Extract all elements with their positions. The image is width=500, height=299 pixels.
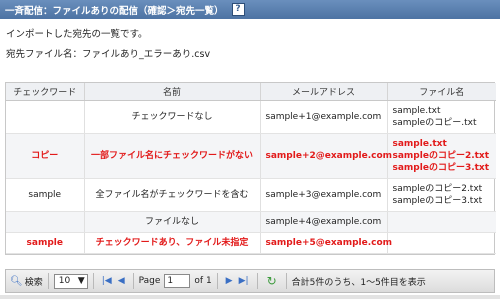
cell-checkword — [6, 211, 85, 233]
recipient-table: チェックワード 名前 メールアドレス ファイル名 チェックワードなし sample… — [6, 83, 496, 254]
last-page-icon[interactable]: ▶| — [239, 276, 249, 286]
search-icon[interactable]: 🔍︎ — [10, 276, 23, 287]
cell-checkword: コピー — [6, 133, 85, 179]
file-name-entry: sampleのコピー2.txt — [392, 183, 483, 194]
next-page-icon[interactable]: ▶ — [226, 276, 233, 286]
table-row[interactable]: sample 全ファイル名がチェックワードを含む sample+3@example.… — [6, 178, 496, 212]
cell-name: ファイルなし — [84, 211, 261, 233]
page-number-input[interactable]: 1 — [164, 274, 191, 288]
cell-filenames — [387, 211, 496, 233]
cell-name: チェックワードなし — [84, 100, 261, 134]
window-title-bar: 一斉配信：ファイルありの配信（確認＞宛先一覧） ? — [0, 0, 500, 19]
file-name-entry: sample.txt — [392, 105, 441, 116]
toolbar-separator — [216, 273, 218, 289]
toolbar-separator — [256, 273, 258, 289]
cell-checkword — [6, 100, 85, 134]
table-row[interactable]: コピー 一部ファイル名にチェックワードがない sample+2@example.co… — [6, 133, 496, 179]
page-label: Page — [138, 276, 161, 286]
file-name-entry: sample.txt — [392, 138, 447, 149]
column-header-name[interactable]: 名前 — [84, 83, 261, 101]
chevron-down-icon: ▼ — [77, 276, 85, 286]
toolbar-separator — [132, 273, 134, 289]
cell-name: 全ファイル名がチェックワードを含む — [84, 178, 261, 212]
toolbar-separator — [47, 273, 49, 289]
table-body: チェックワードなし sample+1@example.com sample.txt s… — [6, 100, 496, 254]
table-header-row: チェックワード 名前 メールアドレス ファイル名 — [6, 83, 496, 101]
pagination-toolbar: 🔍︎ 検索 10 ▼ |◀ ◀ Page 1 of 1 ▶ ▶| ↻ 合計5件の… — [5, 269, 495, 293]
file-name-entry: sampleのコピー2.txt — [392, 150, 490, 161]
table-row[interactable]: sample チェックワードあり、ファイル未指定 sample+5@example.… — [6, 232, 496, 254]
pagination-summary: 合計5件のうち、1〜5件目を表示 — [291, 277, 426, 288]
search-label[interactable]: 検索 — [25, 275, 43, 288]
cell-email: sample+5@example.com — [260, 232, 392, 254]
help-icon[interactable]: ? — [231, 3, 245, 16]
cell-filenames — [387, 232, 496, 254]
description-text: インポートした宛先の一覧です。 — [6, 29, 148, 40]
file-name-value: ファイルあり_エラーあり.csv — [82, 49, 211, 60]
toolbar-separator — [285, 273, 287, 289]
page-size-select[interactable]: 10 ▼ — [53, 273, 88, 289]
column-header-filename[interactable]: ファイル名 — [387, 83, 496, 101]
cell-email: sample+4@example.com — [260, 211, 388, 233]
page-size-value: 10 — [58, 276, 71, 286]
file-name-entry: sampleのコピー3.txt — [392, 195, 483, 206]
cell-checkword: sample — [6, 232, 85, 254]
prev-page-icon[interactable]: ◀ — [118, 276, 125, 286]
file-name-entry: sampleのコピー3.txt — [392, 162, 490, 173]
cell-name: 一部ファイル名にチェックワードがない — [84, 133, 261, 179]
page-of-label: of 1 — [194, 276, 212, 286]
cell-email: sample+1@example.com — [260, 100, 388, 134]
page-title: 一斉配信：ファイルありの配信（確認＞宛先一覧） — [5, 5, 224, 17]
bottom-scroll-track — [0, 295, 500, 299]
toolbar-separator — [92, 273, 94, 289]
first-page-icon[interactable]: |◀ — [102, 276, 112, 286]
cell-checkword: sample — [6, 178, 85, 212]
cell-filenames: sample.txt sampleのコピー.txt — [387, 100, 496, 134]
table-row[interactable]: チェックワードなし sample+1@example.com sample.txt s… — [6, 100, 496, 134]
cell-filenames: sampleのコピー2.txt sampleのコピー3.txt — [387, 178, 496, 212]
file-name-line: 宛先ファイル名：ファイルあり_エラーあり.csv — [6, 46, 210, 60]
refresh-icon[interactable]: ↻ — [267, 274, 277, 288]
cell-email: sample+2@example.com — [260, 133, 392, 179]
file-name-entry: sampleのコピー.txt — [392, 117, 477, 128]
column-header-email[interactable]: メールアドレス — [260, 83, 388, 101]
column-header-checkword[interactable]: チェックワード — [6, 83, 85, 101]
recipient-grid: チェックワード 名前 メールアドレス ファイル名 チェックワードなし sample… — [5, 82, 496, 255]
cell-name: チェックワードあり、ファイル未指定 — [84, 232, 261, 254]
table-row[interactable]: ファイルなし sample+4@example.com — [6, 211, 496, 233]
cell-filenames: sample.txt sampleのコピー2.txt sampleのコピー3.txt — [387, 133, 496, 179]
cell-email: sample+3@example.com — [260, 178, 388, 212]
file-name-label: 宛先ファイル名： — [6, 49, 83, 60]
